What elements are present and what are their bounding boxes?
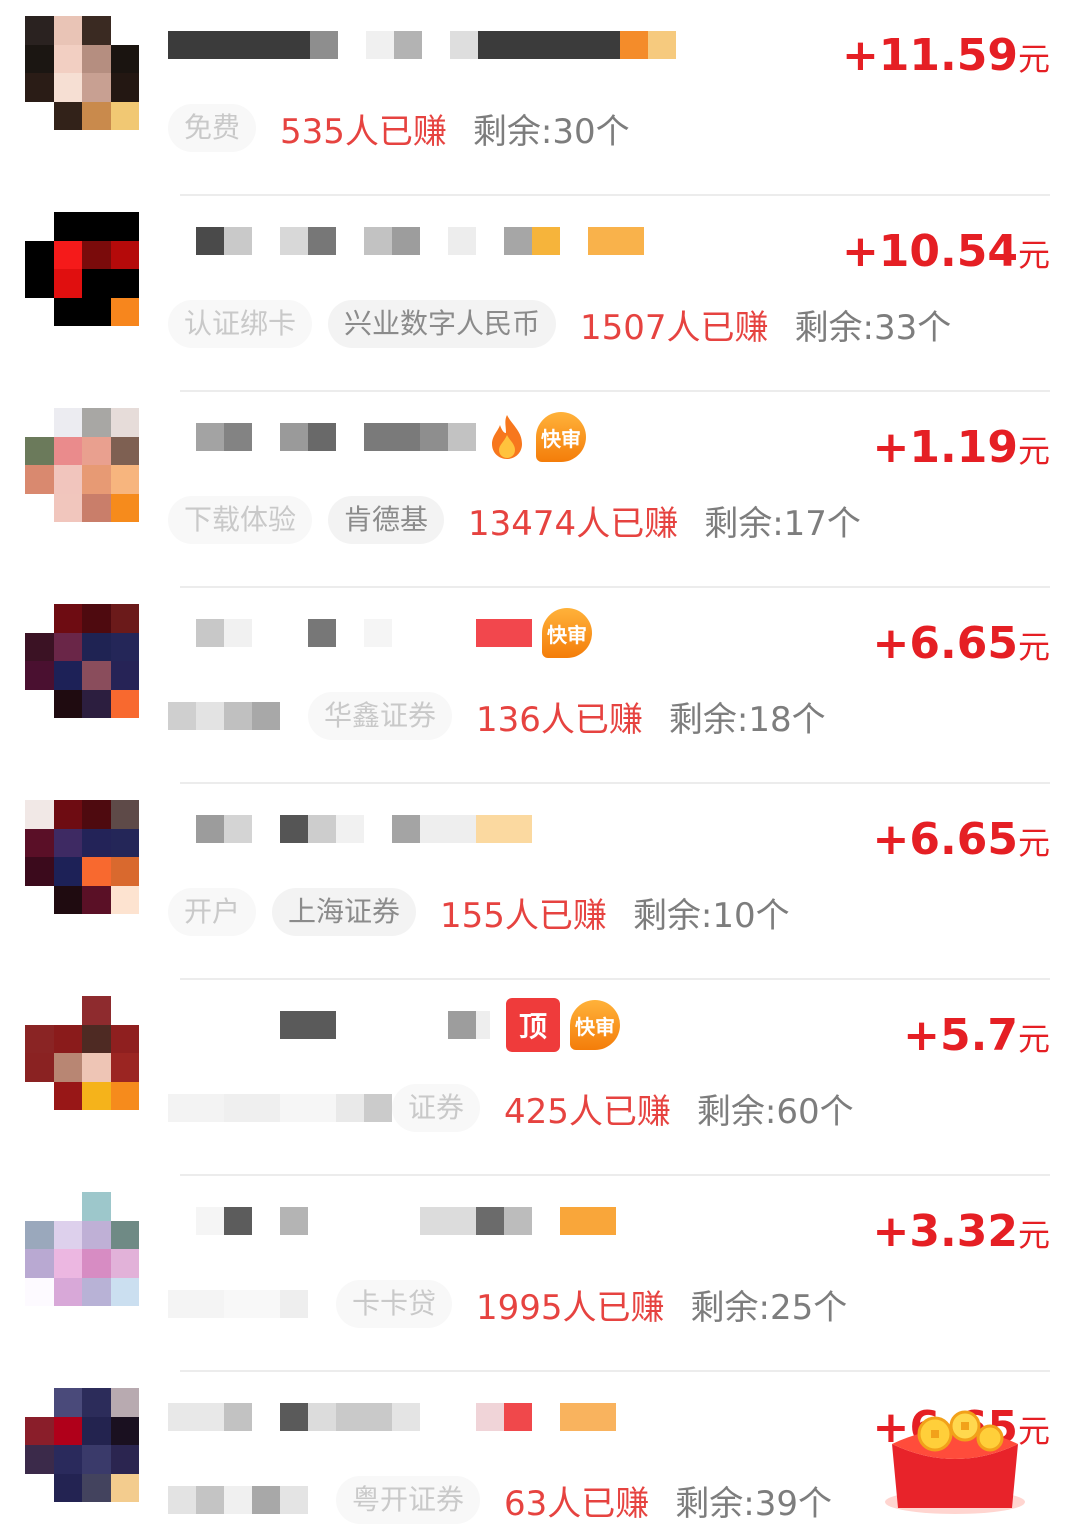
- task-title-blurred: [168, 212, 728, 270]
- task-title-blurred: [168, 800, 728, 858]
- reward-amount: +6.65元: [872, 618, 1050, 669]
- task-meta: 认证绑卡 兴业数字人民币 1507人已赚 剩余:33个: [168, 294, 1068, 354]
- task-title-blurred: [168, 1388, 728, 1446]
- earned-count: 1507人已赚: [580, 307, 769, 348]
- remaining-count: 剩余:30个: [472, 111, 630, 152]
- avatar: [25, 604, 139, 718]
- task-tag: 免费: [168, 104, 257, 152]
- task-meta: 免费 535人已赚 剩余:30个: [168, 98, 1068, 158]
- remaining-count: 剩余:18个: [668, 699, 826, 740]
- red-packet-icon[interactable]: [880, 1404, 1030, 1514]
- task-item[interactable]: +6.65元 开户 上海证券 155人已赚 剩余:10个: [0, 784, 1080, 980]
- task-item[interactable]: +6.65元 粤开证券 63人已赚 剩余:39个: [0, 1372, 1080, 1524]
- avatar: [25, 16, 139, 130]
- earned-count: 1995人已赚: [476, 1287, 665, 1328]
- task-item[interactable]: +11.59元 免费 535人已赚 剩余:30个: [0, 0, 1080, 196]
- reward-amount: +3.32元: [872, 1206, 1050, 1257]
- avatar: [25, 408, 139, 522]
- avatar: [25, 1388, 139, 1502]
- quick-review-badge: 快审: [570, 1000, 620, 1050]
- reward-amount: +1.19元: [872, 422, 1050, 473]
- task-tag: 粤开证券: [336, 1476, 481, 1524]
- task-meta: 下载体验 肯德基 13474人已赚 剩余:17个: [168, 490, 1068, 550]
- task-tag: 认证绑卡: [168, 300, 313, 348]
- remaining-count: 剩余:10个: [632, 895, 790, 936]
- task-tag: 开户: [168, 888, 257, 936]
- earned-count: 155人已赚: [440, 895, 607, 936]
- reward-amount: +10.54元: [841, 226, 1050, 277]
- task-item[interactable]: 快审 +1.19元 下载体验 肯德基 13474人已赚 剩余:17个: [0, 392, 1080, 588]
- task-meta: 开户 上海证券 155人已赚 剩余:10个: [168, 882, 1068, 942]
- task-meta: 证券 425人已赚 剩余:60个: [168, 1078, 1068, 1138]
- avatar: [25, 212, 139, 326]
- quick-review-badge: 快审: [536, 412, 586, 462]
- earned-count: 63人已赚: [504, 1483, 650, 1524]
- reward-amount: +11.59元: [841, 30, 1050, 81]
- earned-count: 136人已赚: [476, 699, 643, 740]
- task-meta: 华鑫证券 136人已赚 剩余:18个: [168, 686, 1068, 746]
- avatar: [25, 996, 139, 1110]
- task-title-blurred: 快审: [168, 604, 728, 662]
- task-title-blurred: [168, 1192, 728, 1250]
- task-tag: 下载体验: [168, 496, 313, 544]
- task-title-blurred: [168, 16, 728, 74]
- reward-amount: +5.7元: [903, 1010, 1050, 1061]
- remaining-count: 剩余:33个: [794, 307, 952, 348]
- task-item[interactable]: 快审 +6.65元 华鑫证券 136人已赚 剩余:18个: [0, 588, 1080, 784]
- task-tag: 华鑫证券: [308, 692, 453, 740]
- task-list: +11.59元 免费 535人已赚 剩余:30个 +10.54元 认证绑卡 兴业…: [0, 0, 1080, 1524]
- task-item[interactable]: +10.54元 认证绑卡 兴业数字人民币 1507人已赚 剩余:33个: [0, 196, 1080, 392]
- remaining-count: 剩余:60个: [696, 1091, 854, 1132]
- task-tag: 卡卡贷: [336, 1280, 453, 1328]
- remaining-count: 剩余:17个: [704, 503, 861, 544]
- task-meta: 卡卡贷 1995人已赚 剩余:25个: [168, 1274, 1068, 1334]
- fire-icon: [492, 415, 522, 459]
- task-title-blurred: 顶 快审: [168, 996, 728, 1054]
- remaining-count: 剩余:25个: [690, 1287, 848, 1328]
- earned-count: 425人已赚: [504, 1091, 671, 1132]
- quick-review-badge: 快审: [542, 608, 592, 658]
- task-tag: 证券: [392, 1084, 481, 1132]
- task-title-blurred: 快审: [168, 408, 728, 466]
- task-tag: 兴业数字人民币: [328, 300, 557, 348]
- avatar: [25, 800, 139, 914]
- task-tag: 肯德基: [328, 496, 445, 544]
- avatar: [25, 1192, 139, 1306]
- task-item[interactable]: +3.32元 卡卡贷 1995人已赚 剩余:25个: [0, 1176, 1080, 1372]
- earned-count: 13474人已赚: [468, 503, 679, 544]
- task-item[interactable]: 顶 快审 +5.7元 证券 425人已赚 剩余:60个: [0, 980, 1080, 1176]
- reward-amount: +6.65元: [872, 814, 1050, 865]
- task-tag: 上海证券: [272, 888, 417, 936]
- pinned-badge: 顶: [506, 998, 560, 1052]
- earned-count: 535人已赚: [280, 111, 447, 152]
- remaining-count: 剩余:39个: [675, 1483, 832, 1524]
